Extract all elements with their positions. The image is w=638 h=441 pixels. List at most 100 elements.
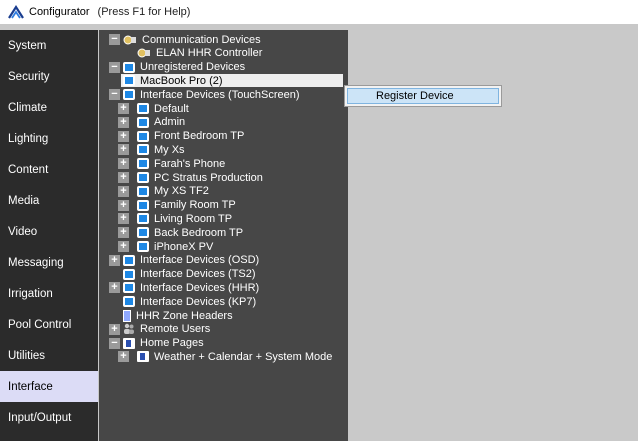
expand-toggle[interactable]: + — [118, 130, 129, 142]
expand-toggle[interactable]: + — [118, 213, 129, 225]
tree-node-label: Back Bedroom TP — [154, 226, 244, 239]
users-icon — [123, 323, 135, 335]
sidebar-item-video[interactable]: Video — [0, 216, 98, 247]
expand-toggle[interactable]: + — [118, 172, 129, 183]
expand-toggle[interactable]: + — [118, 241, 129, 252]
sidebar-item-security[interactable]: Security — [0, 61, 98, 92]
gear-icon — [137, 47, 151, 59]
sidebar-item-media[interactable]: Media — [0, 185, 98, 216]
sidebar-item-pool-control[interactable]: Pool Control — [0, 309, 98, 340]
tree-node[interactable]: Default — [137, 102, 189, 115]
sidebar-item-irrigation[interactable]: Irrigation — [0, 278, 98, 309]
expand-toggle[interactable]: + — [109, 323, 120, 335]
sidebar-item-content[interactable]: Content — [0, 154, 98, 185]
device-icon — [137, 227, 149, 239]
title-bar: Configurator (Press F1 for Help) — [0, 0, 638, 24]
tree-node[interactable]: PC Stratus Production — [137, 171, 263, 184]
tree-node-label: Interface Devices (KP7) — [140, 295, 257, 308]
tree-node[interactable]: Home Pages — [123, 337, 204, 350]
sidebar-item-messaging[interactable]: Messaging — [0, 247, 98, 278]
page-icon — [123, 337, 135, 349]
device-icon — [137, 241, 149, 252]
tree-node-label: ELAN HHR Controller — [156, 47, 263, 60]
collapse-toggle[interactable]: − — [109, 34, 120, 45]
tree-node[interactable]: Back Bedroom TP — [137, 226, 243, 239]
tree-node[interactable]: Weather + Calendar + System Mode — [137, 350, 332, 363]
device-icon — [137, 130, 149, 142]
expand-toggle[interactable]: + — [118, 116, 129, 128]
tree-node[interactable]: iPhoneX PV — [137, 240, 213, 253]
expand-toggle[interactable]: + — [109, 254, 120, 266]
tree-node-label: Unregistered Devices — [140, 61, 246, 74]
sidebar-item-utilities[interactable]: Utilities — [0, 340, 98, 371]
sidebar: System Security Climate Lighting Content Medi… — [0, 30, 98, 441]
tree-node[interactable]: HHR Zone Headers — [123, 309, 233, 322]
tree-node-label: Interface Devices (HHR) — [140, 281, 260, 294]
configurator-app-icon — [8, 4, 24, 19]
device-icon — [123, 282, 135, 294]
tree-node[interactable]: MacBook Pro (2) — [121, 74, 343, 88]
tree-node[interactable]: My Xs — [137, 143, 185, 156]
context-menu: Register Device — [344, 85, 502, 107]
tree-node-label: Admin — [154, 116, 186, 129]
device-tree: − Communication Devices ELAN HHR Controlle… — [99, 30, 348, 441]
tree-node[interactable]: Front Bedroom TP — [137, 130, 244, 143]
tree-node[interactable]: Family Room TP — [137, 199, 236, 212]
device-icon — [137, 172, 149, 183]
expand-toggle[interactable]: + — [109, 282, 120, 294]
register-device-menu-item[interactable]: Register Device — [347, 88, 499, 104]
tree-node[interactable]: Interface Devices (HHR) — [123, 281, 259, 294]
tree-node-label: Family Room TP — [154, 199, 236, 212]
device-icon — [137, 116, 149, 128]
expand-toggle[interactable]: + — [118, 227, 129, 239]
tree-node[interactable]: Interface Devices (TouchScreen) — [123, 88, 300, 101]
tree-node-label: Farah's Phone — [154, 157, 226, 170]
tree-node-label: Interface Devices (TouchScreen) — [140, 88, 300, 101]
device-icon — [123, 89, 135, 101]
sidebar-item-system[interactable]: System — [0, 30, 98, 61]
tree-node-label: Weather + Calendar + System Mode — [154, 350, 333, 363]
tree-node[interactable]: Remote Users — [123, 323, 210, 336]
tree-node-label: Default — [154, 102, 189, 115]
device-icon — [123, 296, 135, 308]
sidebar-item-interface[interactable]: Interface — [0, 371, 98, 402]
collapse-toggle[interactable]: − — [109, 337, 120, 349]
tree-node-label: Interface Devices (OSD) — [140, 254, 260, 267]
window-title: Configurator — [29, 6, 90, 18]
device-icon — [123, 75, 135, 87]
tree-node[interactable]: Interface Devices (KP7) — [123, 295, 256, 308]
tree-node-label: MacBook Pro (2) — [140, 74, 223, 87]
sidebar-item-input-output[interactable]: Input/Output — [0, 402, 98, 433]
tree-node[interactable]: My XS TF2 — [137, 185, 209, 198]
tree-node-label: Communication Devices — [142, 33, 261, 46]
sidebar-item-lighting[interactable]: Lighting — [0, 123, 98, 154]
expand-toggle[interactable]: + — [118, 185, 129, 197]
help-hint: (Press F1 for Help) — [97, 6, 191, 18]
zone-icon — [123, 309, 131, 322]
device-icon — [137, 158, 149, 170]
tree-node[interactable]: Farah's Phone — [137, 157, 225, 170]
tree-node[interactable]: Unregistered Devices — [123, 61, 245, 74]
device-icon — [123, 61, 135, 73]
menu-item-label: Register Device — [376, 90, 454, 102]
device-icon — [137, 185, 149, 197]
sidebar-item-climate[interactable]: Climate — [0, 92, 98, 123]
tree-node[interactable]: Interface Devices (OSD) — [123, 254, 259, 267]
expand-toggle[interactable]: + — [118, 158, 129, 170]
tree-node-label: Home Pages — [140, 337, 204, 350]
tree-node[interactable]: Living Room TP — [137, 212, 232, 225]
expand-toggle[interactable]: + — [118, 144, 129, 156]
expand-toggle[interactable]: + — [118, 103, 129, 114]
gear-icon — [123, 34, 137, 46]
collapse-toggle[interactable]: − — [109, 61, 120, 73]
device-icon — [137, 213, 149, 225]
tree-node[interactable]: Communication Devices — [123, 33, 261, 46]
device-icon — [137, 103, 149, 114]
tree-node[interactable]: ELAN HHR Controller — [137, 47, 262, 60]
tree-node-label: Living Room TP — [154, 212, 233, 225]
tree-node[interactable]: Admin — [137, 116, 185, 129]
collapse-toggle[interactable]: − — [109, 89, 120, 101]
expand-toggle[interactable]: + — [118, 199, 129, 211]
expand-toggle[interactable]: + — [118, 351, 129, 363]
tree-node[interactable]: Interface Devices (TS2) — [123, 268, 256, 281]
